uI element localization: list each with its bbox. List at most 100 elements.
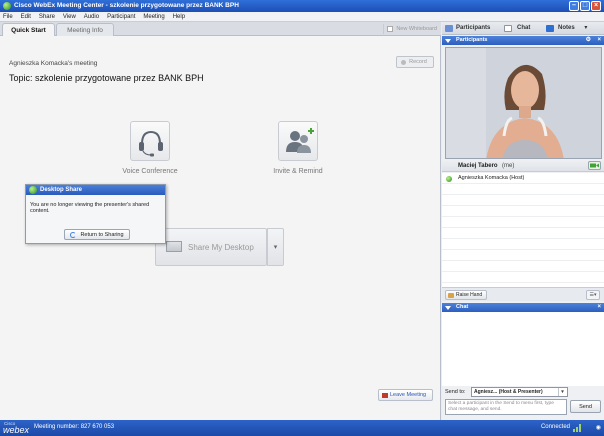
empty-row xyxy=(442,250,604,261)
menu-share[interactable]: Share xyxy=(39,12,55,22)
tab-chat[interactable]: Chat xyxy=(504,22,530,35)
empty-row xyxy=(442,206,604,217)
signal-strength-icon xyxy=(573,424,582,432)
menu-help[interactable]: Help xyxy=(173,12,185,22)
participants-panel-header[interactable]: Participants ⚙ × xyxy=(442,36,604,45)
content-area: Quick Start Meeting Info New Whiteboard … xyxy=(0,22,441,420)
monitor-icon xyxy=(166,241,182,252)
status-tray-icons[interactable]: ◉ xyxy=(596,424,601,431)
tab-quick-start[interactable]: Quick Start xyxy=(2,23,55,36)
hand-icon xyxy=(448,293,454,298)
chat-header-label: Chat xyxy=(456,304,469,310)
topic-value: szkolenie przygotowane przez BANK BPH xyxy=(35,73,204,83)
participants-icon xyxy=(445,25,453,32)
invite-remind-label: Invite & Remind xyxy=(273,168,323,175)
tab-notes[interactable]: Notes ▾ xyxy=(546,22,587,35)
send-to-select[interactable]: Agniesz... (Host & Presenter) ▾ xyxy=(471,387,568,397)
collapse-icon[interactable] xyxy=(445,306,451,310)
tab-participants[interactable]: Participants xyxy=(445,22,490,35)
side-panel: Participants Chat Notes ▾ Participants ⚙… xyxy=(442,22,604,420)
record-button[interactable]: Record xyxy=(396,56,434,68)
collapse-icon[interactable] xyxy=(445,39,451,43)
dialog-message: You are no longer viewing the presenter'… xyxy=(30,202,150,214)
chat-panel-header[interactable]: Chat × xyxy=(442,303,604,312)
share-desktop-button[interactable]: Share My Desktop xyxy=(155,228,267,266)
whiteboard-icon xyxy=(387,26,394,32)
empty-row xyxy=(442,184,604,195)
participant-list: Agnieszka Komacka (Host) xyxy=(442,173,604,287)
video-participant-suffix: (me) xyxy=(502,163,515,169)
leave-meeting-label: Leave Meeting xyxy=(390,392,427,398)
new-whiteboard-label: New Whiteboard xyxy=(396,26,437,32)
raise-hand-button[interactable]: Raise Hand xyxy=(445,290,487,300)
chat-history[interactable] xyxy=(442,312,604,386)
video-camera-button[interactable] xyxy=(588,161,601,170)
minimize-button[interactable]: – xyxy=(569,1,579,11)
send-to-row: Send to: Agniesz... (Host & Presenter) ▾ xyxy=(442,386,604,398)
invite-remind-button[interactable] xyxy=(278,121,318,161)
voice-conference-button[interactable] xyxy=(130,121,170,161)
empty-row xyxy=(442,217,604,228)
send-to-label: Send to: xyxy=(445,389,466,395)
participant-name: Agnieszka Komacka (Host) xyxy=(458,175,525,181)
tab-participants-label: Participants xyxy=(456,25,491,31)
close-window-button[interactable]: × xyxy=(591,1,601,11)
chat-bubble-icon xyxy=(504,25,512,32)
window-titlebar: Cisco WebEx Meeting Center - szkolenie p… xyxy=(0,0,604,12)
participants-header-label: Participants xyxy=(456,37,488,43)
refresh-icon xyxy=(70,232,76,238)
webex-app-icon xyxy=(29,186,37,194)
send-button[interactable]: Send xyxy=(570,400,601,413)
invite-people-icon xyxy=(286,128,314,153)
record-label: Record xyxy=(409,59,427,65)
menu-audio[interactable]: Audio xyxy=(84,12,99,22)
record-icon xyxy=(401,60,406,65)
maximize-button[interactable]: □ xyxy=(580,1,590,11)
headset-icon xyxy=(139,130,163,157)
send-to-value: Agniesz... (Host & Presenter) xyxy=(474,389,543,395)
new-whiteboard-button[interactable]: New Whiteboard xyxy=(383,24,437,34)
video-name-bar: Maciej Tabero (me) xyxy=(442,160,604,172)
meeting-topic: Topic: szkolenie przygotowane przez BANK… xyxy=(9,73,204,83)
tab-chat-label: Chat xyxy=(517,25,531,31)
dialog-titlebar: Desktop Share xyxy=(26,185,165,195)
gear-icon[interactable]: ⚙ xyxy=(586,36,591,45)
meeting-number: Meeting number: 827 670 053 xyxy=(34,424,115,430)
list-options-button[interactable]: ☰▾ xyxy=(586,290,600,300)
tab-meeting-info[interactable]: Meeting Info xyxy=(56,23,114,36)
raise-hand-label: Raise Hand xyxy=(456,292,483,298)
chevron-down-icon: ▾ xyxy=(558,388,566,396)
chat-input[interactable]: Select a participant in the Send to menu… xyxy=(445,399,567,415)
chevron-down-icon[interactable]: ▾ xyxy=(584,25,587,31)
menu-participant[interactable]: Participant xyxy=(107,12,135,22)
content-tabs: Quick Start Meeting Info New Whiteboard xyxy=(0,22,441,36)
share-options-dropdown[interactable]: ▾ xyxy=(267,228,284,266)
participant-row[interactable]: Agnieszka Komacka (Host) xyxy=(442,173,604,184)
status-bar: Cisco webex Meeting number: 827 670 053 … xyxy=(0,420,604,436)
leave-meeting-button[interactable]: Leave Meeting xyxy=(378,389,433,401)
tab-notes-label: Notes xyxy=(558,25,575,31)
return-to-sharing-button[interactable]: Return to Sharing xyxy=(64,229,130,240)
menu-bar: File Edit Share View Audio Participant M… xyxy=(0,12,604,22)
empty-row xyxy=(442,272,604,283)
share-desktop-label: Share My Desktop xyxy=(188,243,254,252)
return-to-sharing-label: Return to Sharing xyxy=(80,232,124,238)
menu-edit[interactable]: Edit xyxy=(21,12,31,22)
webex-logo: webex xyxy=(3,425,30,435)
menu-view[interactable]: View xyxy=(63,12,76,22)
menu-file[interactable]: File xyxy=(3,12,13,22)
desktop-share-dialog: Desktop Share You are no longer viewing … xyxy=(25,184,166,244)
notes-icon xyxy=(546,25,554,32)
empty-row xyxy=(442,261,604,272)
video-participant-name: Maciej Tabero xyxy=(458,163,498,169)
dialog-title: Desktop Share xyxy=(40,187,83,193)
menu-meeting[interactable]: Meeting xyxy=(143,12,164,22)
exit-icon xyxy=(382,393,388,398)
panel-tabs: Participants Chat Notes ▾ xyxy=(442,22,604,35)
close-icon[interactable]: × xyxy=(597,303,601,312)
webex-app-icon xyxy=(3,2,11,10)
window-title: Cisco WebEx Meeting Center - szkolenie p… xyxy=(14,2,239,9)
empty-row xyxy=(442,239,604,250)
host-status-icon xyxy=(446,176,452,182)
close-icon[interactable]: × xyxy=(597,36,601,45)
